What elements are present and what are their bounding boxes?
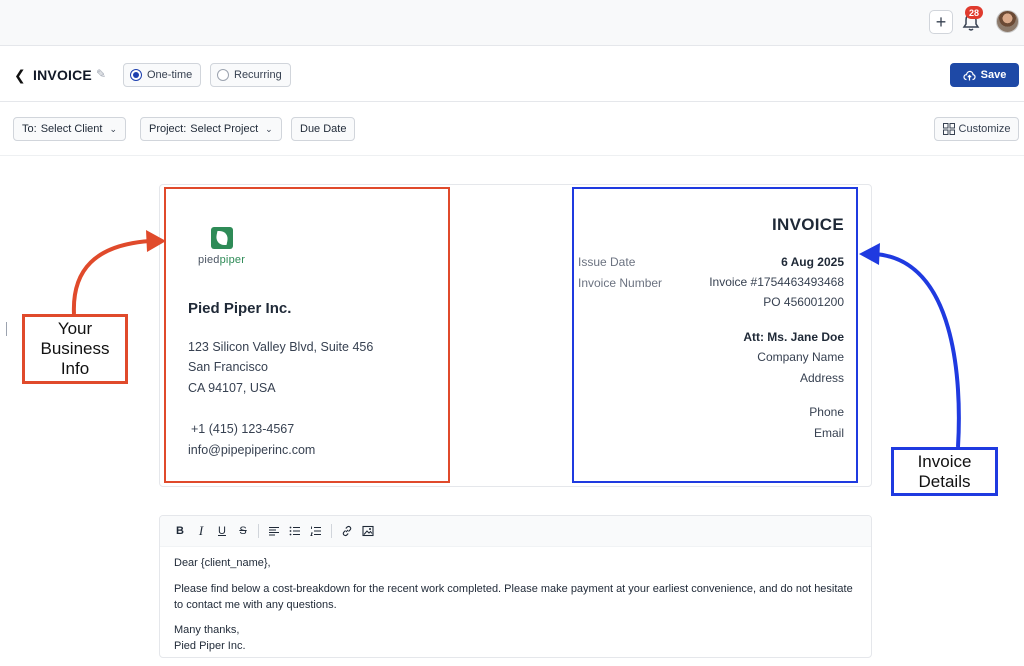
italic-button[interactable]: I [195,523,207,539]
customize-label: Customize [958,123,1011,135]
business-info-callout: Your Business Info [22,314,128,384]
one-time-radio[interactable]: One-time [123,63,202,87]
pencil-icon[interactable]: ✎ [96,67,106,81]
customize-button[interactable]: Customize [934,117,1019,141]
client-select-value: Select Client [40,123,103,135]
strikethrough-button[interactable]: S [237,525,249,537]
red-arrow [71,239,151,315]
chevron-down-icon: ⌄ [265,123,273,134]
radio-checked-icon [130,69,142,81]
invoice-header-row: ❮ INVOICE ✎ One-time Recurring Save [0,47,1024,102]
editor-toolbar: B I U S [160,516,871,547]
bold-button[interactable]: B [174,525,186,537]
align-left-icon[interactable] [268,526,280,536]
due-date-button[interactable]: Due Date [291,117,356,141]
client-select-prefix: To: [22,123,37,135]
recurring-label: Recurring [234,69,282,81]
project-select[interactable]: Project: Select Project ⌄ [140,117,282,141]
editor-signature: Pied Piper Inc. [174,640,246,652]
editor-greeting: Dear {client_name}, [174,557,271,569]
underline-button[interactable]: U [216,525,228,537]
radio-unchecked-icon [217,69,229,81]
message-editor[interactable]: B I U S Dear {client_name}, Please find … [159,515,872,658]
text-cursor [6,322,7,336]
blue-arrow [874,252,961,448]
project-select-prefix: Project: [149,123,187,135]
save-label: Save [980,69,1007,81]
image-icon[interactable] [362,525,374,537]
due-date-label: Due Date [300,123,347,135]
avatar[interactable] [996,10,1019,33]
one-time-label: One-time [147,69,193,81]
invoice-details-highlight [572,187,858,483]
project-select-value: Select Project [190,123,259,135]
toolbar-divider [331,524,332,538]
top-bar: + 28 [0,0,1024,46]
bullet-list-icon[interactable] [289,526,301,536]
notification-badge: 28 [965,6,983,19]
numbered-list-icon[interactable] [310,526,322,536]
grid-icon [942,123,955,135]
editor-body: Please find below a cost-breakdown for t… [174,583,853,611]
link-icon[interactable] [341,525,353,537]
filter-row: To: Select Client ⌄ Project: Select Proj… [0,103,1024,156]
recurring-radio[interactable]: Recurring [210,63,291,87]
invoice-details-callout: Invoice Details [891,447,998,496]
editor-signoff: Many thanks, [174,624,240,636]
page-title: INVOICE [33,67,92,83]
client-select[interactable]: To: Select Client ⌄ [13,117,126,141]
save-button[interactable]: Save [950,63,1019,87]
business-info-highlight [164,187,450,483]
chevron-left-icon[interactable]: ❮ [14,67,26,84]
toolbar-divider [258,524,259,538]
cloud-upload-icon [963,70,976,80]
plus-icon[interactable]: + [929,10,953,34]
chevron-down-icon: ⌄ [109,123,117,134]
